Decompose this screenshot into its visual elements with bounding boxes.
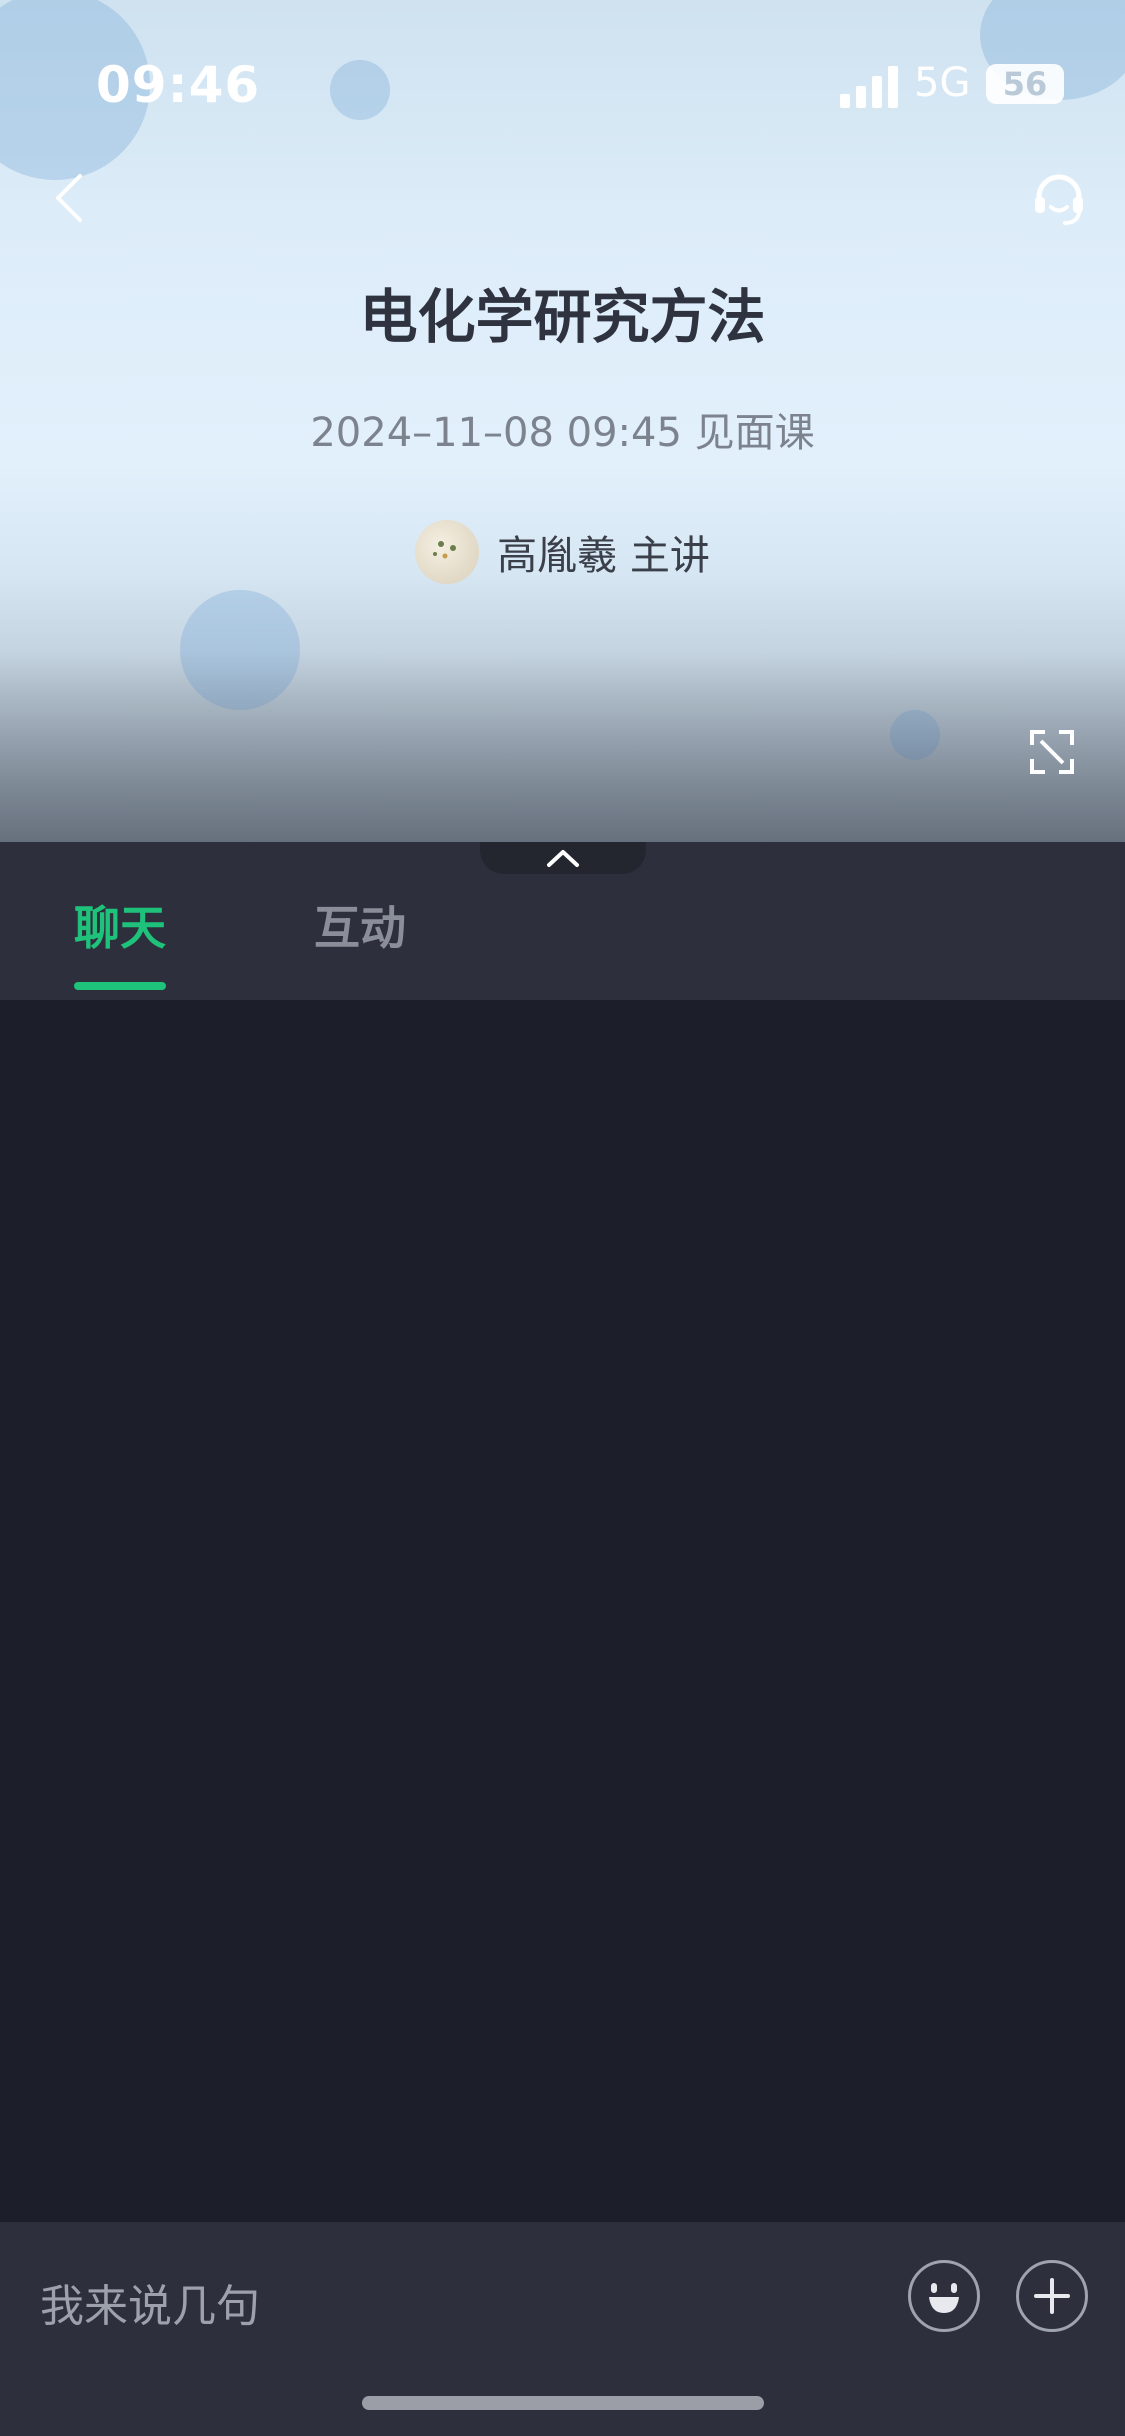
course-title: 电化学研究方法 <box>359 283 766 351</box>
cover-fade <box>0 652 1125 842</box>
battery-level: 56 <box>986 64 1064 104</box>
add-more-button[interactable] <box>1016 2260 1088 2332</box>
customer-service-button[interactable] <box>1026 166 1092 232</box>
lecturer-info: 高胤羲 主讲 <box>0 520 1125 584</box>
course-schedule: 2024–11–08 09:45 见面课 <box>310 410 815 456</box>
chevron-up-icon <box>547 850 579 867</box>
fullscreen-icon <box>1030 730 1074 774</box>
status-bar: 09:46 5G 56 <box>0 56 1125 116</box>
course-cover: 09:46 5G 56 电化学研究方法 2024–11–08 09:45 见面课 <box>0 0 1125 842</box>
tab-chat[interactable]: 聊天 <box>74 892 166 958</box>
signal-icon <box>840 66 898 108</box>
back-arrow-icon <box>56 174 82 222</box>
emoji-button[interactable] <box>908 2260 980 2332</box>
headset-icon <box>1035 174 1083 225</box>
lecturer-name: 高胤羲 主讲 <box>497 533 710 579</box>
chat-message-list[interactable] <box>0 1000 1125 2222</box>
chat-input[interactable]: 我来说几句 <box>40 2270 260 2334</box>
plus-icon <box>1034 2278 1070 2314</box>
lecturer-avatar <box>415 520 480 584</box>
status-time: 09:46 <box>96 56 261 114</box>
collapse-cover-button[interactable] <box>480 842 646 874</box>
active-tab-indicator <box>74 982 166 990</box>
tab-interaction[interactable]: 互动 <box>314 892 406 958</box>
home-indicator <box>362 2396 764 2410</box>
network-label: 5G <box>914 60 971 106</box>
chat-input-bar: 我来说几句 <box>0 2222 1125 2436</box>
emoji-icon <box>929 2283 959 2313</box>
back-button[interactable] <box>44 168 94 228</box>
fullscreen-button[interactable] <box>1026 726 1078 778</box>
